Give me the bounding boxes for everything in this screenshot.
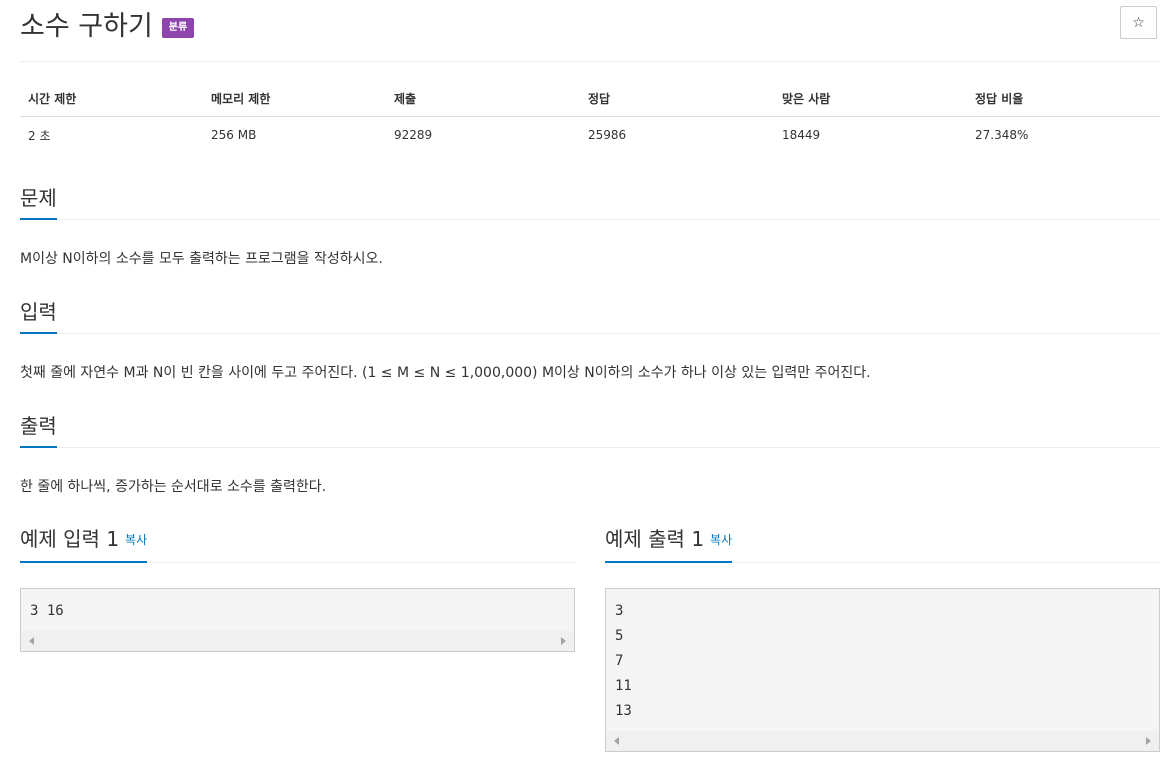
sample-input-header: 예제 입력 1 복사 bbox=[20, 524, 575, 563]
section-input-title: 입력 bbox=[20, 299, 57, 334]
info-table-header-row: 시간 제한 메모리 제한 제출 정답 맞은 사람 정답 비율 bbox=[20, 80, 1160, 117]
section-problem-header: 문제 bbox=[20, 183, 1160, 220]
value-accepted: 25986 bbox=[588, 128, 627, 142]
section-problem: 문제 M이상 N이하의 소수를 모두 출력하는 프로그램을 작성하시오. bbox=[20, 183, 1160, 269]
problem-title: 소수 구하기 bbox=[20, 11, 153, 42]
sample-input-title: 예제 입력 1 복사 bbox=[20, 526, 148, 563]
section-output: 출력 한 줄에 하나씩, 증가하는 순서대로 소수를 출력한다. bbox=[20, 411, 1160, 497]
sample-input: 예제 입력 1 복사 3 16 bbox=[20, 524, 575, 652]
section-output-text: 한 줄에 하나씩, 증가하는 순서대로 소수를 출력한다. bbox=[20, 479, 327, 495]
section-output-title: 출력 bbox=[20, 413, 57, 448]
sample-input-scrollbar[interactable] bbox=[21, 631, 574, 651]
sample-output-scrollbar[interactable] bbox=[606, 731, 1159, 751]
info-table-value-row: 2 초 256 MB 92289 25986 18449 27.348% bbox=[20, 117, 1160, 154]
sample-input-box[interactable]: 3 16 bbox=[20, 588, 575, 652]
sample-output-copy-button[interactable]: 복사 bbox=[710, 533, 732, 547]
section-output-header: 출력 bbox=[20, 411, 1160, 448]
section-problem-text: M이상 N이하의 소수를 모두 출력하는 프로그램을 작성하시오. bbox=[20, 251, 383, 267]
sample-output: 예제 출력 1 복사 3 5 7 11 13 bbox=[605, 524, 1160, 752]
sample-input-copy-button[interactable]: 복사 bbox=[125, 533, 147, 547]
value-accept-rate: 27.348% bbox=[975, 128, 1029, 142]
section-input-text: 첫째 줄에 자연수 M과 N이 빈 칸을 사이에 두고 주어진다. (1 ≤ M… bbox=[20, 365, 871, 381]
favorite-button[interactable]: ☆ bbox=[1120, 6, 1157, 39]
problem-info-table: 시간 제한 메모리 제한 제출 정답 맞은 사람 정답 비율 2 초 256 M… bbox=[20, 80, 1160, 153]
value-solved-users[interactable]: 18449 bbox=[774, 117, 967, 154]
value-memory-limit: 256 MB bbox=[211, 128, 257, 142]
sample-input-content: 3 16 bbox=[30, 603, 64, 619]
section-problem-title: 문제 bbox=[20, 185, 57, 220]
header-accepted: 정답 bbox=[580, 80, 774, 117]
header-memory-limit: 메모리 제한 bbox=[203, 80, 386, 117]
sample-output-box[interactable]: 3 5 7 11 13 bbox=[605, 588, 1160, 752]
header-time-limit: 시간 제한 bbox=[20, 80, 203, 117]
title-divider bbox=[20, 61, 1160, 62]
scroll-right-arrow-icon[interactable] bbox=[1146, 737, 1151, 745]
scroll-right-arrow-icon[interactable] bbox=[561, 637, 566, 645]
section-input: 입력 첫째 줄에 자연수 M과 N이 빈 칸을 사이에 두고 주어진다. (1 … bbox=[20, 297, 1160, 383]
problem-page: 소수 구하기 분류 ☆ 시간 제한 메모리 제한 제출 정답 맞은 사람 정답 … bbox=[0, 0, 1172, 778]
sample-output-content: 3 5 7 11 13 bbox=[615, 603, 632, 719]
scroll-left-arrow-icon[interactable] bbox=[614, 737, 619, 745]
value-submissions[interactable]: 92289 bbox=[386, 117, 580, 154]
category-badge[interactable]: 분류 bbox=[161, 17, 195, 38]
problem-title-row: 소수 구하기 분류 bbox=[20, 4, 195, 43]
sample-input-title-text: 예제 입력 1 bbox=[20, 526, 120, 551]
sample-output-title-text: 예제 출력 1 bbox=[605, 526, 705, 551]
header-accept-rate: 정답 비율 bbox=[967, 80, 1160, 117]
value-time-limit: 2 초 bbox=[28, 128, 51, 143]
sample-output-title: 예제 출력 1 복사 bbox=[605, 526, 733, 563]
header-submissions: 제출 bbox=[386, 80, 580, 117]
section-input-header: 입력 bbox=[20, 297, 1160, 334]
header-solved-users: 맞은 사람 bbox=[774, 80, 967, 117]
star-icon: ☆ bbox=[1132, 14, 1145, 31]
sample-output-header: 예제 출력 1 복사 bbox=[605, 524, 1160, 563]
scroll-left-arrow-icon[interactable] bbox=[29, 637, 34, 645]
